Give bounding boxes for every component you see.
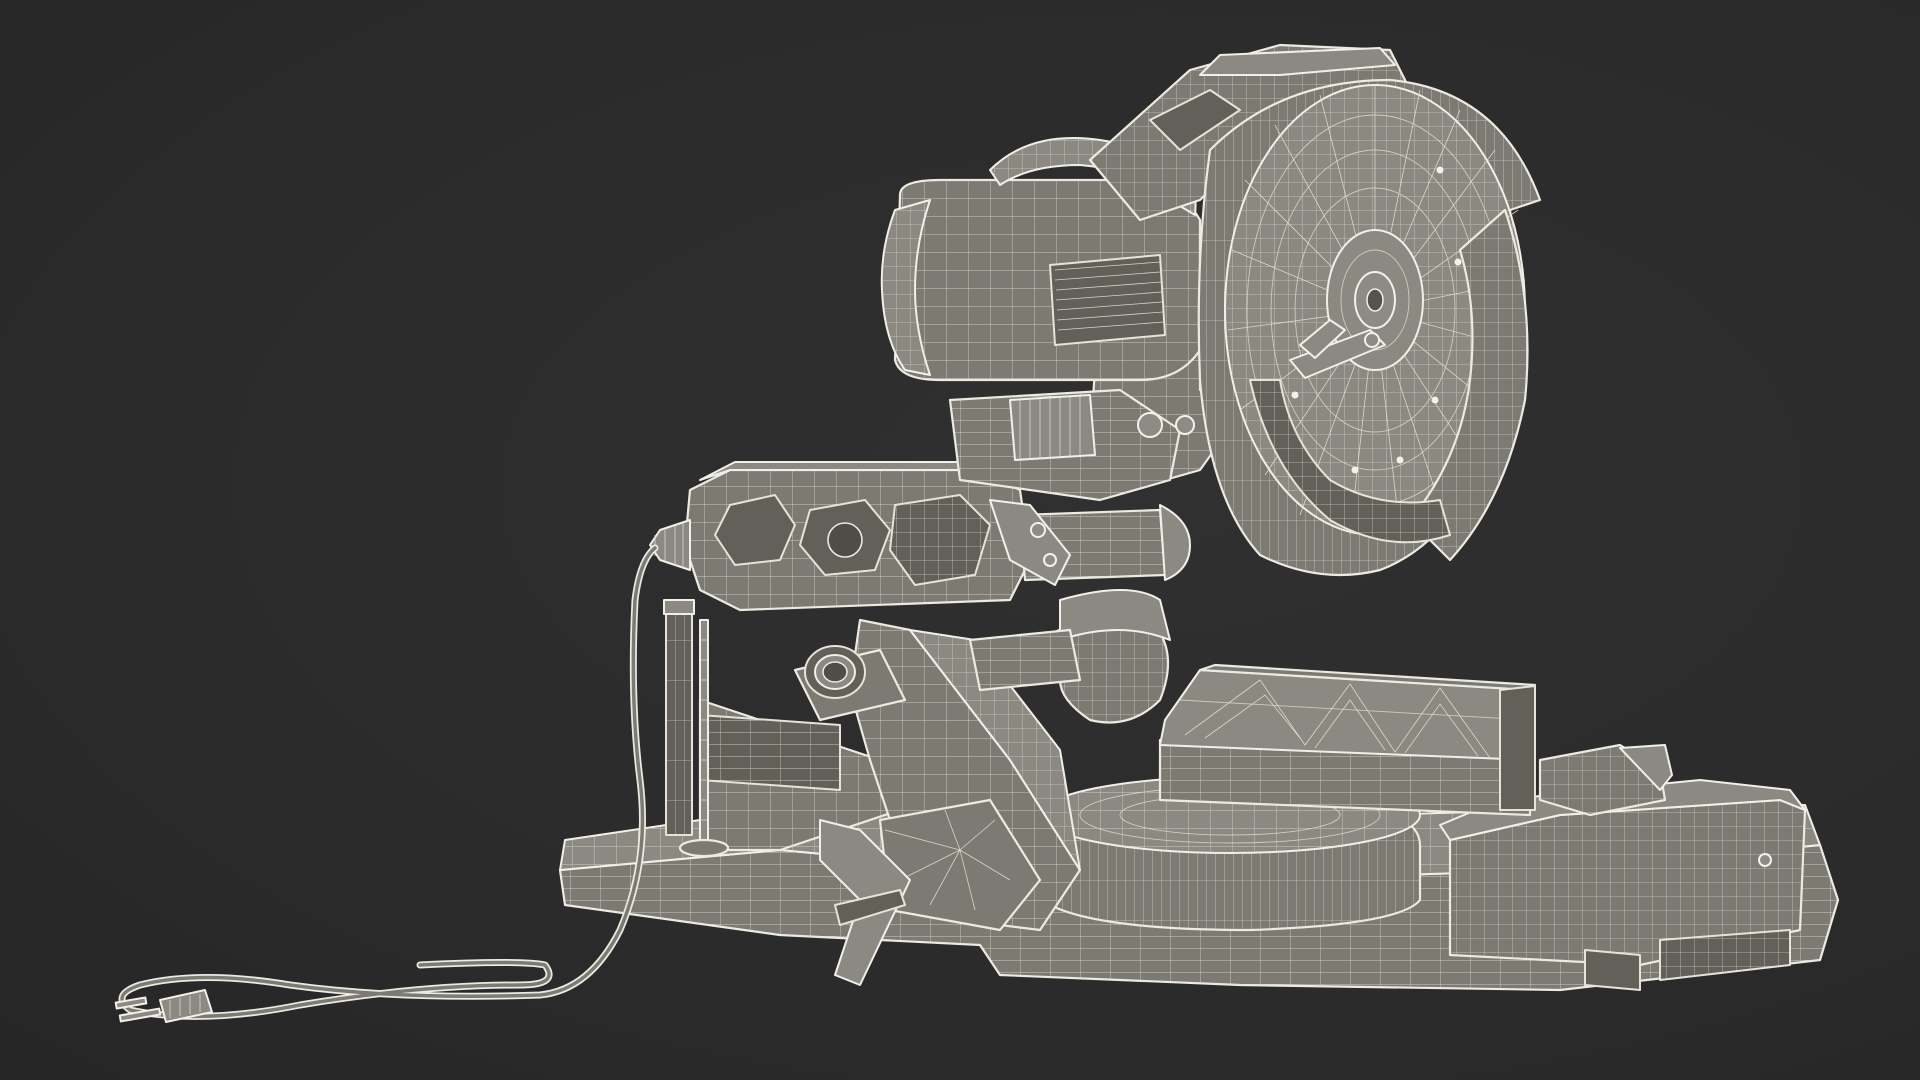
- saw-blade: [1197, 78, 1542, 577]
- power-cord: [114, 544, 659, 1023]
- render-viewport: [0, 0, 1920, 1080]
- miter-saw-wireframe-render: [114, 43, 1840, 1023]
